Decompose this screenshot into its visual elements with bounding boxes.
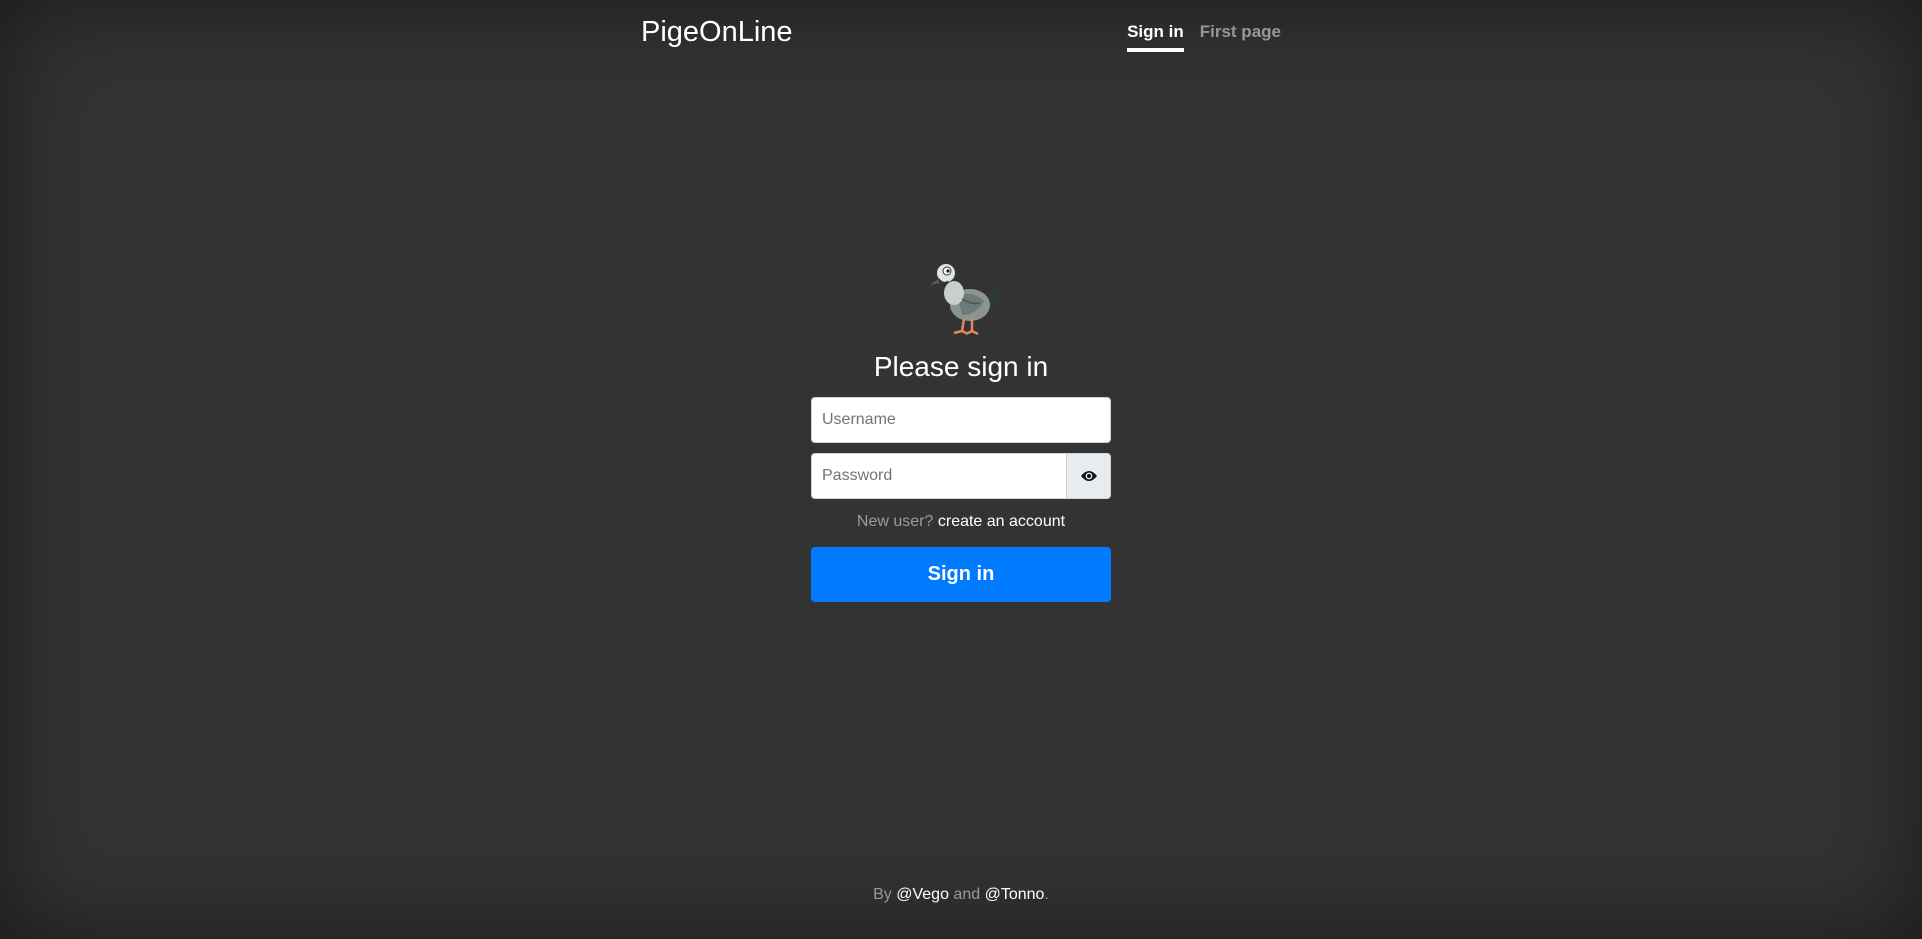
new-user-text: New user? (856, 513, 934, 530)
password-group (811, 453, 1111, 499)
show-password-button[interactable] (1067, 453, 1111, 499)
author-vego-link[interactable]: @Vego (896, 886, 949, 903)
masthead: PigeOnLine Sign in First page (641, 0, 1281, 70)
footer-prefix: By (873, 886, 892, 903)
brand-title: PigeOnLine (641, 16, 793, 48)
username-input[interactable] (811, 397, 1111, 443)
main-nav: Sign in First page (1127, 22, 1281, 52)
create-account-link[interactable]: create an account (938, 513, 1065, 530)
password-input[interactable] (811, 453, 1067, 499)
pigeon-logo-icon (930, 264, 1002, 336)
nav-first-page[interactable]: First page (1200, 22, 1281, 52)
author-tonno-link[interactable]: @Tonno (985, 886, 1045, 903)
footer: By @Vego and @Tonno. (0, 886, 1922, 904)
footer-suffix: . (1044, 886, 1049, 903)
signin-form: Please sign in New user? create an accou… (811, 255, 1111, 602)
new-user-prompt: New user? create an account (811, 513, 1111, 531)
signin-heading: Please sign in (873, 351, 1049, 382)
nav-sign-in[interactable]: Sign in (1127, 22, 1184, 52)
footer-conjunction: and (953, 886, 981, 903)
signin-button[interactable]: Sign in (811, 547, 1111, 602)
eye-icon (1080, 471, 1097, 481)
